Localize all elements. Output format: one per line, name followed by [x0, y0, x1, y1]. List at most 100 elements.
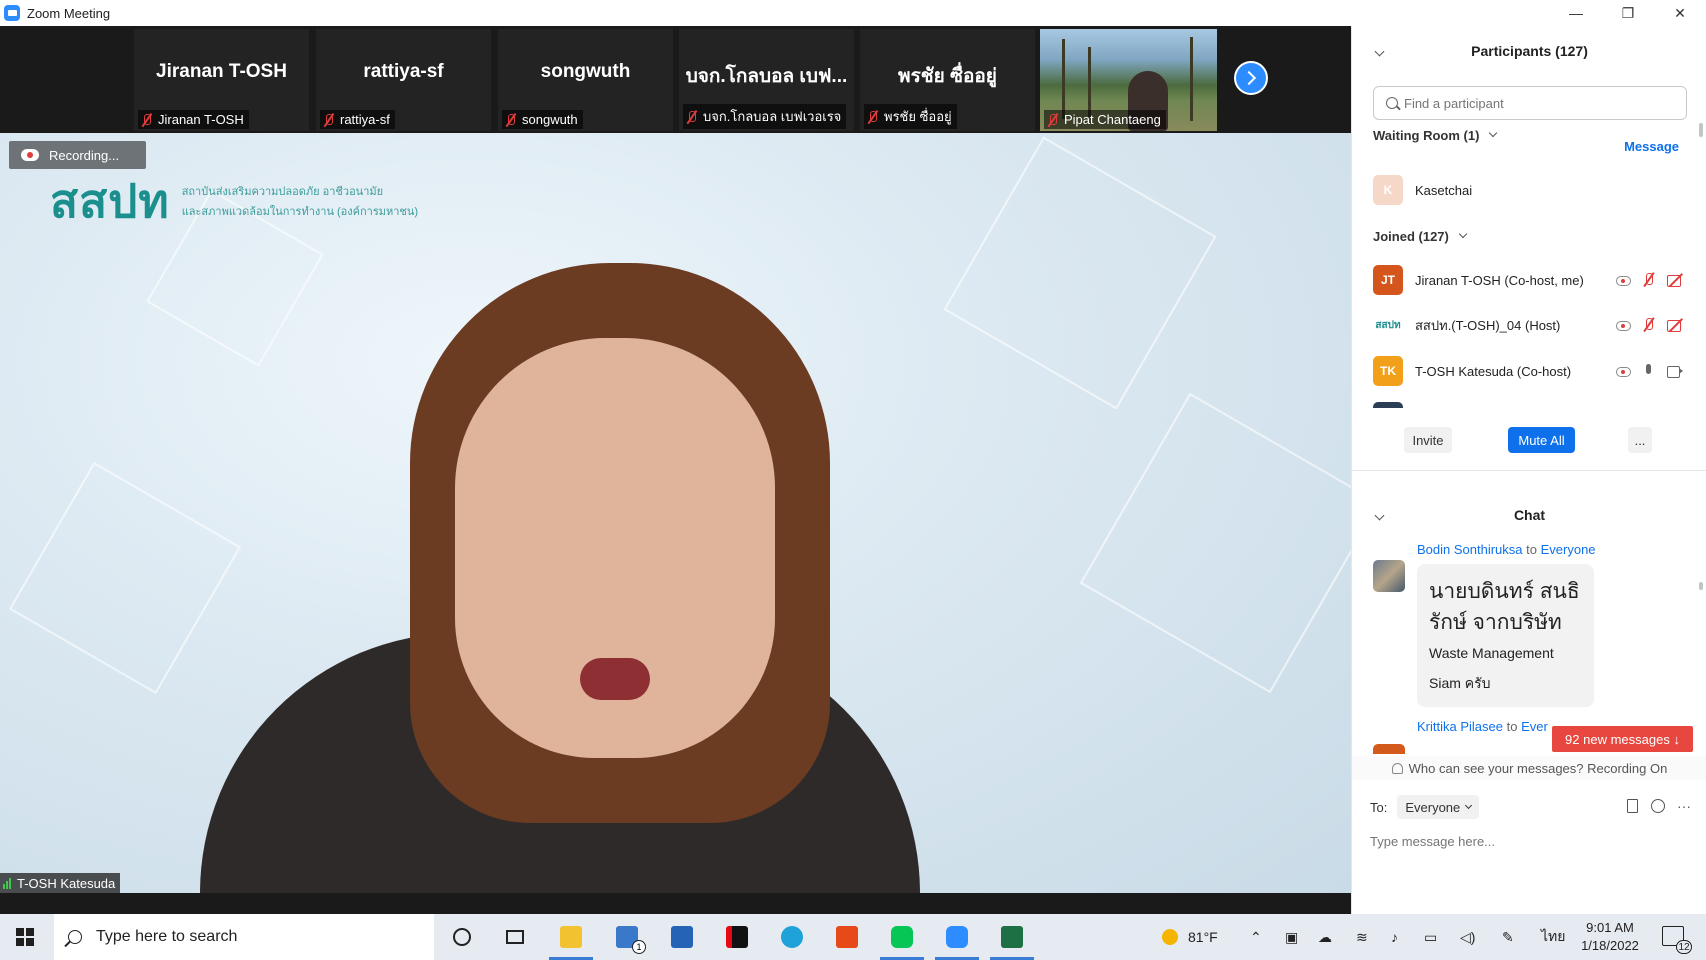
participant-name: สสปท.(T-OSH)_04 (Host) [1415, 317, 1561, 333]
zoom-icon[interactable] [935, 922, 979, 960]
recording-icon [1615, 272, 1631, 288]
store-icon[interactable] [667, 922, 697, 952]
avatar [1373, 402, 1403, 408]
avatar [1373, 560, 1405, 592]
netflix-icon[interactable] [722, 922, 752, 952]
collapse-chevron-icon[interactable] [1374, 46, 1385, 56]
more-icon[interactable]: ··· [1676, 798, 1692, 814]
participants-scrollbar[interactable] [1699, 123, 1703, 137]
recording-icon [1615, 363, 1631, 379]
cortana-icon[interactable] [447, 922, 477, 952]
participant-row[interactable]: JT Jiranan T-OSH (Co-host, me) [1373, 264, 1683, 296]
microphone-icon[interactable]: ♪ [1391, 914, 1398, 960]
chat-message-input[interactable] [1370, 826, 1690, 856]
language-indicator[interactable]: ไทย [1541, 914, 1565, 960]
mic-muted-icon[interactable] [1641, 317, 1657, 333]
restore-button[interactable]: ❐ [1602, 0, 1654, 26]
camera-off-icon[interactable] [1667, 272, 1683, 288]
message-sender[interactable]: Krittika Pilasee [1417, 719, 1503, 734]
cloud-record-icon [21, 149, 39, 161]
edge-icon[interactable] [777, 922, 807, 952]
mic-muted-icon [866, 110, 880, 124]
taskbar-clock[interactable]: 9:01 AM 1/18/2022 [1578, 919, 1642, 955]
volume-icon[interactable]: ◁) [1460, 914, 1475, 960]
message-sender[interactable]: Bodin Sonthiruksa [1417, 542, 1523, 557]
avatar: สสปท [1373, 310, 1403, 340]
chat-visibility-notice[interactable]: Who can see your messages? Recording On [1352, 756, 1706, 780]
video-tile[interactable]: songwuth songwuth [498, 29, 673, 131]
new-messages-button[interactable]: 92 new messages ↓ [1552, 726, 1693, 752]
joined-header[interactable]: Joined (127) [1373, 228, 1468, 244]
file-explorer-icon[interactable] [549, 922, 593, 960]
mail-icon[interactable]: 1 [612, 922, 646, 954]
video-tile[interactable]: Pipat Chantaeng [1040, 29, 1217, 131]
video-tile[interactable]: Jiranan T-OSH Jiranan T-OSH [134, 29, 309, 131]
onedrive-icon[interactable]: ☁ [1318, 914, 1332, 960]
waiting-room-header[interactable]: Waiting Room (1) [1373, 127, 1498, 143]
chat-scrollbar[interactable] [1699, 582, 1703, 590]
window-titlebar: Zoom Meeting — ❐ ✕ [0, 0, 1706, 26]
participant-search-input[interactable] [1404, 95, 1674, 111]
wifi-icon[interactable]: ≋ [1356, 914, 1368, 960]
video-tile[interactable]: พรชัย ซื่ออยู่ พรชัย ซื่ออยู่ [860, 29, 1035, 131]
palm-tree [1062, 39, 1065, 119]
recording-icon [1615, 317, 1631, 333]
palm-tree [1088, 47, 1091, 117]
video-tile[interactable]: rattiya-sf rattiya-sf [316, 29, 491, 131]
meeting-area: Jiranan T-OSH Jiranan T-OSH rattiya-sf r… [0, 26, 1351, 914]
notification-badge: 12 [1676, 940, 1692, 954]
participants-header: Participants (127) [1352, 26, 1706, 76]
message-bubble[interactable]: นายบดินทร์ สนธิ รักษ์ จากบริษัท Waste Ma… [1417, 564, 1594, 707]
signal-strength-icon [3, 877, 12, 889]
tile-label: Pipat Chantaeng [1044, 110, 1166, 129]
participant-search[interactable] [1373, 86, 1687, 120]
zoom-app-icon [4, 5, 20, 21]
avatar: K [1373, 175, 1403, 205]
participant-row[interactable]: TK T-OSH Katesuda (Co-host) [1373, 355, 1683, 387]
gallery-strip: Jiranan T-OSH Jiranan T-OSH rattiya-sf r… [0, 26, 1351, 133]
tile-label: พรชัย ซื่ออยู่ [864, 104, 957, 129]
emoji-icon[interactable] [1650, 798, 1666, 814]
search-icon [68, 930, 82, 944]
task-view-icon[interactable] [500, 922, 530, 952]
recording-indicator[interactable]: Recording... [9, 141, 146, 169]
battery-icon[interactable]: ▭ [1424, 914, 1437, 960]
waiting-participant-row[interactable]: K Kasetchai [1373, 174, 1683, 206]
taskbar-search[interactable]: Type here to search [54, 914, 434, 960]
pen-icon[interactable]: ✎ [1502, 914, 1514, 960]
search-icon [1386, 97, 1398, 109]
mic-muted-icon [140, 113, 154, 127]
close-button[interactable]: ✕ [1654, 0, 1706, 26]
active-speaker-video: สสปท สถาบันส่งเสริมความปลอดภัย อาชีวอนาม… [0, 133, 1351, 893]
mute-all-button[interactable]: Mute All [1508, 427, 1575, 453]
palm-tree [1190, 37, 1193, 121]
excel-icon[interactable] [990, 922, 1034, 960]
camera-icon[interactable] [1667, 363, 1683, 379]
more-options-button[interactable]: ... [1628, 427, 1652, 453]
windows-start-icon[interactable] [16, 928, 34, 946]
logo-text: สถาบันส่งเสริมความปลอดภัย อาชีวอนามัย แล… [182, 182, 418, 222]
collapse-chevron-icon[interactable] [1374, 510, 1385, 520]
tile-name: บจก.โกลบอล เบฟ... [685, 66, 848, 87]
invite-button[interactable]: Invite [1404, 427, 1452, 453]
moon-icon [1162, 929, 1178, 945]
video-tile[interactable]: บจก.โกลบอล เบฟ... บจก.โกลบอล เบฟเวอเรจ [679, 29, 854, 131]
office-icon[interactable] [832, 922, 862, 952]
camera-off-icon[interactable] [1667, 317, 1683, 333]
weather-widget[interactable]: 81°F [1162, 914, 1218, 960]
side-panel: Participants (127) Waiting Room (1) Mess… [1351, 26, 1706, 914]
recipient-select[interactable]: Everyone [1397, 795, 1480, 819]
message-meta: Krittika Pilasee to Ever [1417, 719, 1548, 734]
participant-row[interactable]: สสปท สสปท.(T-OSH)_04 (Host) [1373, 309, 1683, 341]
meet-now-icon[interactable]: ▣ [1285, 914, 1298, 960]
minimize-button[interactable]: — [1550, 0, 1602, 26]
next-page-button[interactable] [1234, 61, 1268, 95]
mic-muted-icon[interactable] [1641, 272, 1657, 288]
tray-chevron-icon[interactable]: ⌃ [1250, 914, 1262, 960]
mic-muted-icon [504, 113, 518, 127]
mic-icon[interactable] [1641, 363, 1657, 379]
file-icon[interactable] [1624, 798, 1640, 814]
line-icon[interactable] [880, 922, 924, 960]
participant-name: Jiranan T-OSH (Co-host, me) [1415, 272, 1584, 288]
waiting-room-message-link[interactable]: Message [1624, 139, 1679, 154]
